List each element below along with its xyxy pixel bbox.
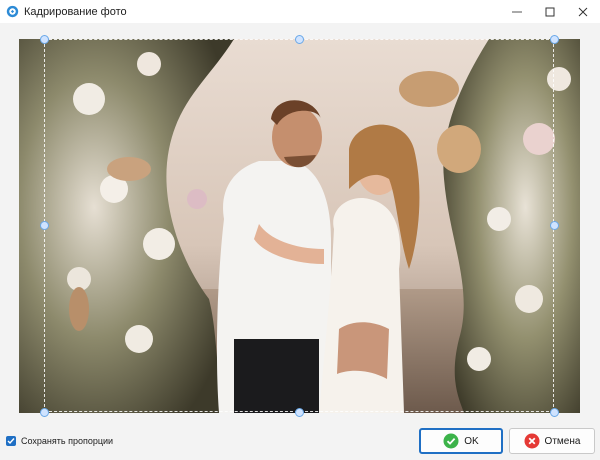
keep-proportions-option[interactable]: Сохранять пропорции (6, 436, 113, 446)
ok-button[interactable]: OK (419, 428, 503, 454)
minimize-button[interactable] (500, 0, 534, 23)
maximize-icon (545, 7, 555, 16)
keep-proportions-checkbox[interactable] (6, 436, 16, 446)
cancel-label: Отмена (544, 435, 581, 447)
crop-handle-top-right[interactable] (550, 35, 559, 44)
ok-label: OK (464, 435, 479, 447)
crop-dialog: Кадрирование фото Сохранять пропорции OK… (0, 0, 600, 460)
cancel-circle-icon (524, 433, 540, 449)
crop-handle-bottom-left[interactable] (40, 408, 49, 417)
maximize-button[interactable] (533, 0, 567, 23)
keep-proportions-label: Сохранять пропорции (21, 436, 114, 446)
app-logo-icon (6, 5, 19, 18)
crop-handle-bottom-center[interactable] (295, 408, 304, 417)
title-bar[interactable]: Кадрирование фото (0, 0, 600, 23)
window-title: Кадрирование фото (24, 5, 127, 18)
crop-handle-top-left[interactable] (40, 35, 49, 44)
crop-selection[interactable] (44, 39, 554, 412)
cancel-button[interactable]: Отмена (509, 428, 595, 454)
crop-handle-top-center[interactable] (295, 35, 304, 44)
crop-handle-middle-left[interactable] (40, 221, 49, 230)
checkmark-icon (7, 438, 15, 445)
close-button[interactable] (566, 0, 600, 23)
check-circle-icon (443, 433, 459, 449)
close-icon (578, 7, 588, 16)
crop-handle-bottom-right[interactable] (550, 408, 559, 417)
crop-handle-middle-right[interactable] (550, 221, 559, 230)
minimize-icon (512, 11, 522, 12)
